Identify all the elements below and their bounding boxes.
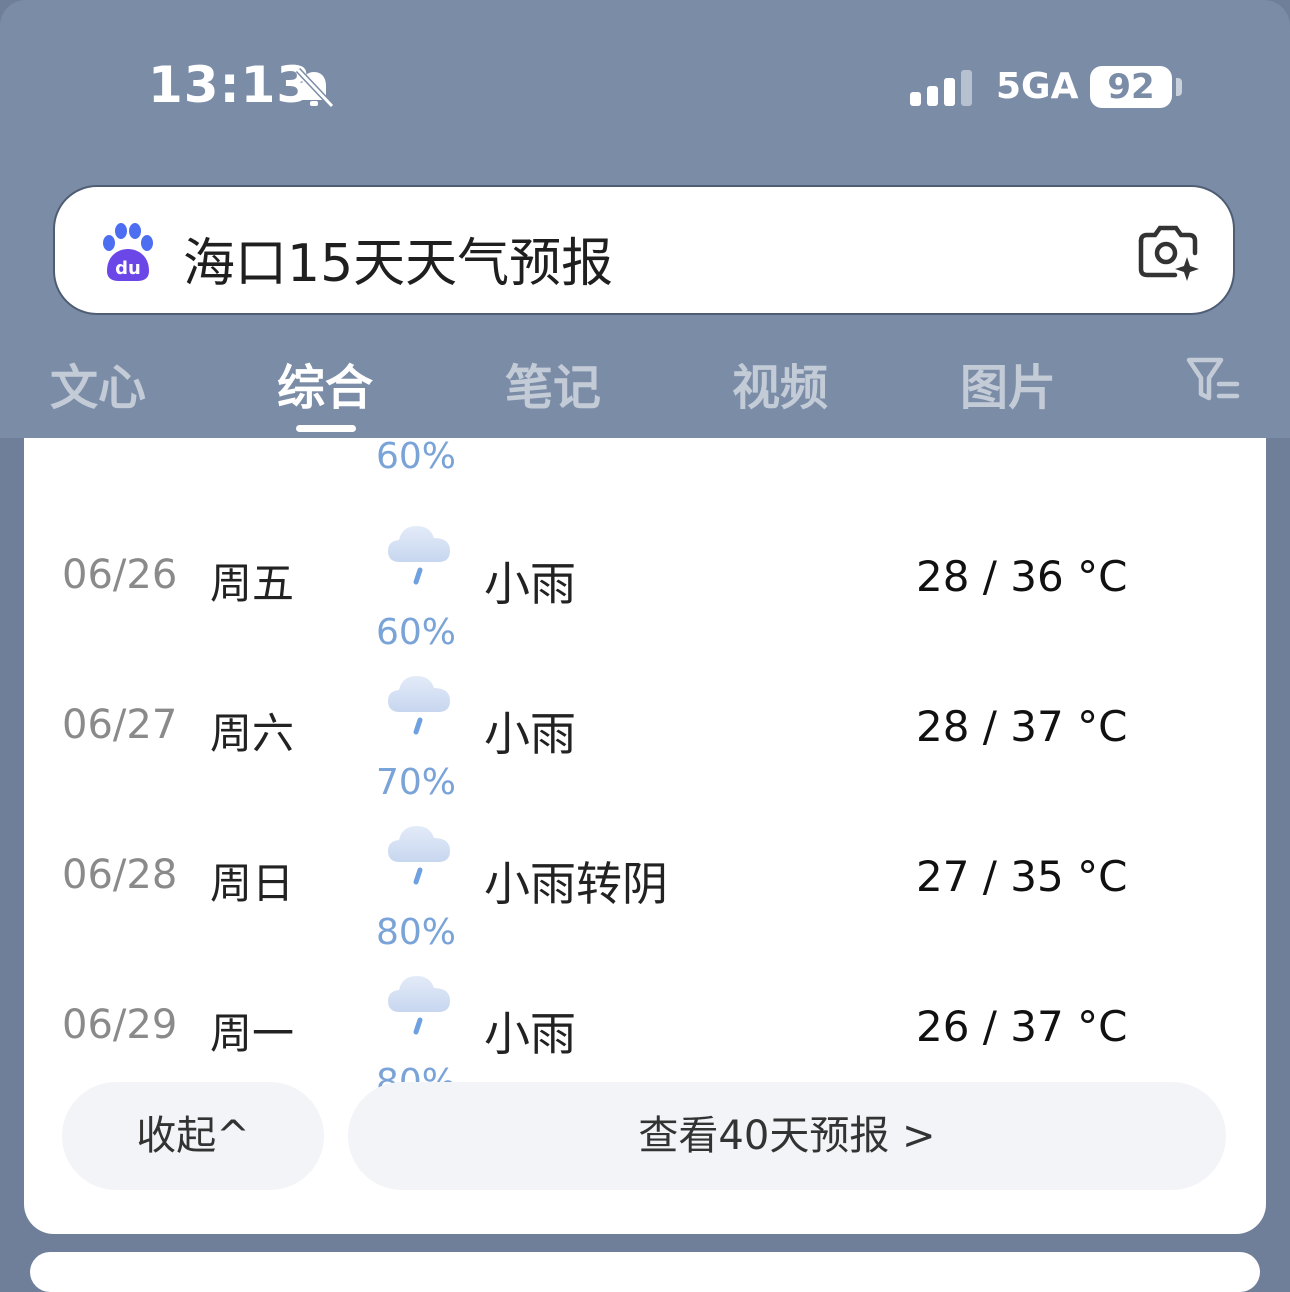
bell-muted-icon bbox=[292, 66, 336, 114]
filter-icon[interactable] bbox=[1185, 354, 1241, 410]
temperature-range: 26 / 37 °C bbox=[916, 1002, 1128, 1051]
forecast-weekday: 周一 bbox=[210, 1009, 295, 1058]
forecast-weekday: 周五 bbox=[210, 559, 295, 608]
tab-general[interactable]: 综合 bbox=[277, 348, 373, 418]
temperature-range: 28 / 37 °C bbox=[916, 702, 1128, 751]
light-rain-icon bbox=[382, 520, 456, 594]
light-rain-icon bbox=[382, 820, 456, 894]
forecast-weekday: 周日 bbox=[210, 859, 295, 908]
condition-text: 小雨 bbox=[514, 438, 602, 444]
light-rain-icon bbox=[382, 670, 456, 744]
forecast-date: 06/28 bbox=[62, 852, 178, 898]
forecast-row[interactable]: 06/27 周六 70% 小雨 28 / 37 °C bbox=[24, 668, 1266, 818]
temperature-range: 27 / 35 °C bbox=[916, 852, 1128, 901]
condition-text: 小雨 bbox=[484, 707, 576, 761]
forecast-weekday: 周六 bbox=[210, 709, 295, 758]
active-tab-indicator bbox=[296, 425, 356, 432]
light-rain-icon bbox=[382, 970, 456, 1044]
precip-percent: 60% bbox=[376, 612, 457, 653]
tab-videos[interactable]: 视频 bbox=[732, 348, 828, 418]
precip-percent: 70% bbox=[376, 762, 457, 803]
condition-text: 小雨 bbox=[484, 1007, 576, 1061]
search-query[interactable]: 海口15天天气预报 bbox=[183, 221, 613, 296]
list-item: 小雨 60% bbox=[24, 438, 1266, 478]
collapse-button[interactable]: 收起^ bbox=[62, 1082, 324, 1190]
tab-bar: 文心 综合 笔记 视频 图片 bbox=[0, 348, 1290, 428]
next-result-card bbox=[30, 1252, 1260, 1292]
network-label: 5GA bbox=[996, 66, 1079, 107]
battery-nub bbox=[1176, 78, 1182, 96]
forecast-date: 06/26 bbox=[62, 552, 178, 598]
status-time: 13:13 bbox=[148, 56, 313, 114]
weather-forecast-card: 小雨 60% 06/26 周五 60% 小雨 28 / 36 °C 06/27 … bbox=[24, 438, 1266, 1234]
baidu-logo-icon: du bbox=[97, 221, 159, 287]
tab-images[interactable]: 图片 bbox=[960, 348, 1056, 418]
precip-percent: 60% bbox=[376, 438, 457, 477]
battery-icon: 92 bbox=[1090, 66, 1172, 108]
camera-search-icon[interactable] bbox=[1135, 223, 1201, 287]
forecast-date: 06/29 bbox=[62, 1002, 178, 1048]
condition-text: 小雨转阴 bbox=[484, 857, 668, 911]
temperature-range: 28 / 36 °C bbox=[916, 552, 1128, 601]
search-bar[interactable]: du 海口15天天气预报 bbox=[53, 185, 1235, 315]
signal-icon bbox=[910, 70, 972, 106]
svg-text:du: du bbox=[115, 258, 141, 279]
precip-percent: 80% bbox=[376, 912, 457, 953]
condition-text: 小雨 bbox=[484, 557, 576, 611]
tab-notes[interactable]: 笔记 bbox=[505, 348, 601, 418]
view-40-day-forecast-button[interactable]: 查看40天预报 > bbox=[348, 1082, 1226, 1190]
forecast-row[interactable]: 06/28 周日 80% 小雨转阴 27 / 35 °C bbox=[24, 818, 1266, 968]
forecast-row[interactable]: 06/26 周五 60% 小雨 28 / 36 °C bbox=[24, 518, 1266, 668]
tab-wenxin[interactable]: 文心 bbox=[50, 348, 146, 418]
forecast-date: 06/27 bbox=[62, 702, 178, 748]
